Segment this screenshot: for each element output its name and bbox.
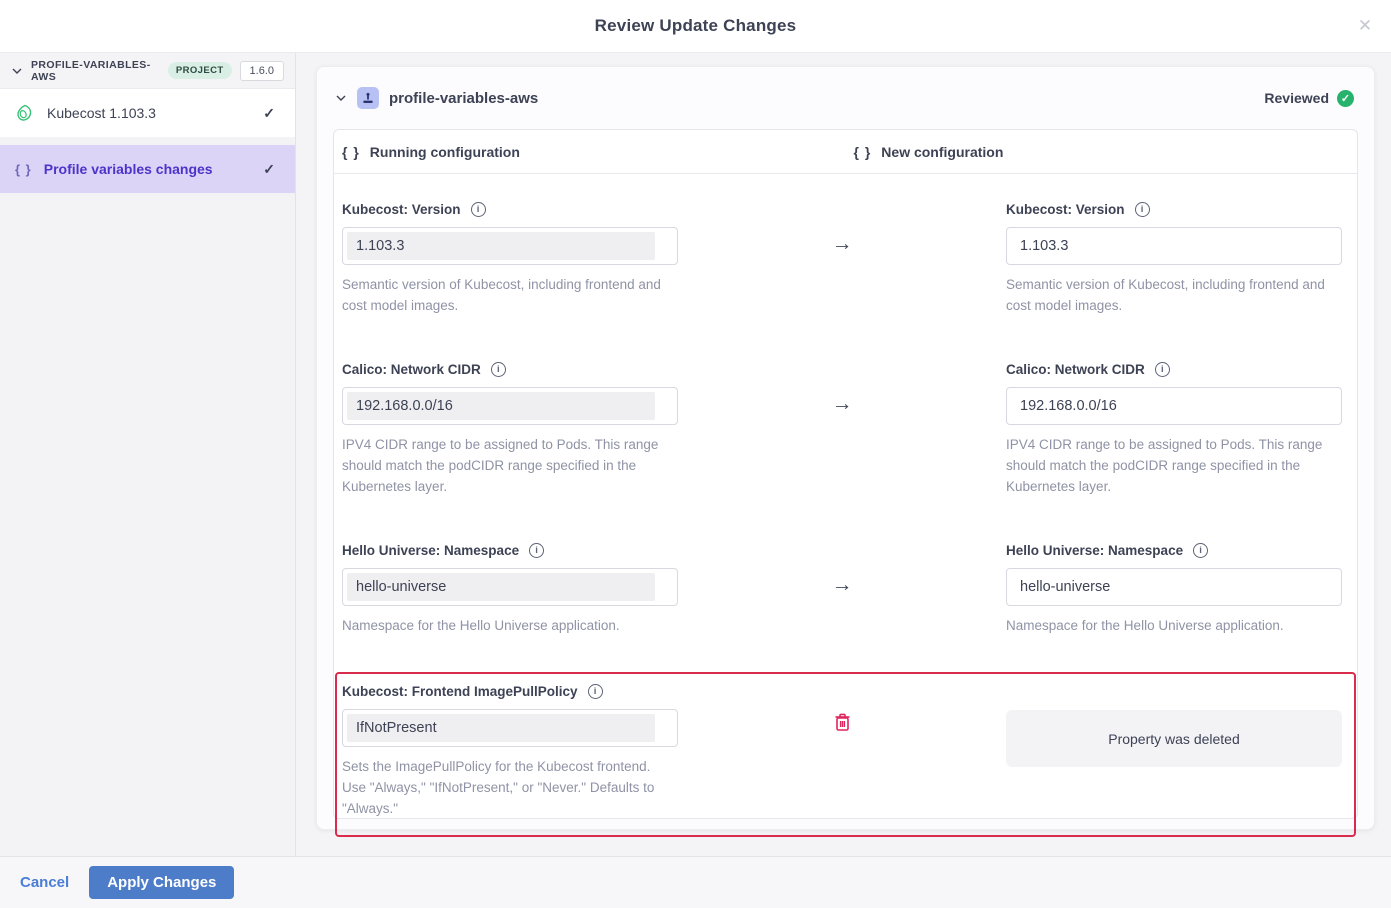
field-row-imagepullpolicy-deleted: Kubecost: Frontend ImagePullPolicy i IfN… bbox=[335, 672, 1356, 837]
sidebar-profile-header[interactable]: PROFILE-VARIABLES-AWS PROJECT 1.6.0 bbox=[0, 53, 295, 89]
project-badge: PROJECT bbox=[168, 62, 232, 79]
property-deleted-box: Property was deleted bbox=[1006, 710, 1342, 767]
info-icon[interactable]: i bbox=[1193, 543, 1208, 558]
field-row-calico-cidr: Calico: Network CIDR i 192.168.0.0/16 IP… bbox=[334, 360, 1357, 497]
running-column: Calico: Network CIDR i 192.168.0.0/16 IP… bbox=[342, 360, 678, 497]
running-value-input[interactable]: hello-universe bbox=[342, 568, 678, 606]
info-icon[interactable]: i bbox=[491, 362, 506, 377]
running-config-header: { } Running configuration bbox=[334, 144, 846, 160]
field-label: Hello Universe: Namespace bbox=[342, 543, 519, 558]
check-icon: ✓ bbox=[263, 161, 275, 178]
field-description: Namespace for the Hello Universe applica… bbox=[342, 615, 678, 636]
info-icon[interactable]: i bbox=[1135, 202, 1150, 217]
sidebar-empty-area bbox=[0, 193, 295, 856]
panel-title: profile-variables-aws bbox=[389, 90, 538, 107]
running-config-label: Running configuration bbox=[370, 144, 520, 160]
field-label: Hello Universe: Namespace bbox=[1006, 543, 1183, 558]
info-icon[interactable]: i bbox=[529, 543, 544, 558]
dialog-header: Review Update Changes ✕ bbox=[0, 0, 1391, 53]
arrow-right-icon: → bbox=[832, 573, 853, 597]
new-value-input[interactable]: hello-universe bbox=[1006, 568, 1342, 606]
config-columns-header: { } Running configuration { } New config… bbox=[334, 130, 1357, 174]
arrow-right-icon: → bbox=[832, 232, 853, 256]
arrow-right-icon: → bbox=[832, 392, 853, 416]
sidebar-item-label: Kubecost 1.103.3 bbox=[47, 105, 156, 121]
close-icon[interactable]: ✕ bbox=[1354, 15, 1376, 37]
running-value: IfNotPresent bbox=[347, 714, 655, 742]
chevron-down-icon bbox=[11, 65, 23, 77]
check-icon: ✓ bbox=[263, 105, 275, 122]
sidebar-divider bbox=[0, 137, 295, 145]
dialog-title: Review Update Changes bbox=[595, 16, 797, 36]
profile-card-header[interactable]: profile-variables-aws Reviewed ✓ bbox=[317, 67, 1374, 129]
field-row-kubecost-version: Kubecost: Version i 1.103.3 Semantic ver… bbox=[334, 200, 1357, 316]
field-label: Kubecost: Frontend ImagePullPolicy bbox=[342, 684, 578, 699]
running-value: hello-universe bbox=[347, 573, 655, 601]
new-value: hello-universe bbox=[1020, 579, 1110, 595]
new-column: Hello Universe: Namespace i hello-univer… bbox=[1006, 541, 1342, 636]
running-column: Kubecost: Version i 1.103.3 Semantic ver… bbox=[342, 200, 678, 316]
sidebar-item-label: Profile variables changes bbox=[44, 161, 213, 177]
info-icon[interactable]: i bbox=[1155, 362, 1170, 377]
status-badge: Reviewed ✓ bbox=[1264, 90, 1354, 107]
running-column: Hello Universe: Namespace i hello-univer… bbox=[342, 541, 678, 636]
running-value-input[interactable]: 192.168.0.0/16 bbox=[342, 387, 678, 425]
braces-icon: { } bbox=[15, 162, 32, 177]
braces-icon: { } bbox=[854, 144, 872, 160]
field-label: Calico: Network CIDR bbox=[342, 362, 481, 377]
new-value: 192.168.0.0/16 bbox=[1020, 398, 1117, 414]
new-config-header: { } New configuration bbox=[846, 144, 1358, 160]
field-description: Sets the ImagePullPolicy for the Kubecos… bbox=[342, 756, 678, 819]
new-value-input[interactable]: 192.168.0.0/16 bbox=[1006, 387, 1342, 425]
reviewed-check-icon: ✓ bbox=[1337, 90, 1354, 107]
field-description: IPV4 CIDR range to be assigned to Pods. … bbox=[342, 434, 678, 497]
new-column: Calico: Network CIDR i 192.168.0.0/16 IP… bbox=[1006, 360, 1342, 497]
profile-icon bbox=[357, 87, 379, 109]
sidebar-item-profile-variables[interactable]: { } Profile variables changes ✓ bbox=[0, 145, 295, 193]
cancel-button[interactable]: Cancel bbox=[20, 874, 69, 891]
running-value: 1.103.3 bbox=[347, 232, 655, 260]
main-content: profile-variables-aws Reviewed ✓ { } Run… bbox=[296, 53, 1391, 856]
dialog-footer: Cancel Apply Changes bbox=[0, 856, 1391, 908]
new-value-input[interactable]: 1.103.3 bbox=[1006, 227, 1342, 265]
running-value-input[interactable]: IfNotPresent bbox=[342, 709, 678, 747]
running-column: Kubecost: Frontend ImagePullPolicy i IfN… bbox=[342, 682, 678, 819]
review-dialog: Review Update Changes ✕ PROFILE-VARIABLE… bbox=[0, 0, 1391, 908]
trash-icon[interactable] bbox=[833, 712, 852, 732]
new-column: Property was deleted bbox=[1006, 682, 1342, 819]
kubecost-icon bbox=[15, 103, 35, 123]
version-badge: 1.6.0 bbox=[240, 61, 284, 81]
field-description: Semantic version of Kubecost, including … bbox=[342, 274, 678, 316]
sidebar-item-kubecost[interactable]: Kubecost 1.103.3 ✓ bbox=[0, 89, 295, 137]
new-column: Kubecost: Version i 1.103.3 Semantic ver… bbox=[1006, 200, 1342, 316]
info-icon[interactable]: i bbox=[471, 202, 486, 217]
profile-card: profile-variables-aws Reviewed ✓ { } Run… bbox=[316, 66, 1375, 830]
running-value-input[interactable]: 1.103.3 bbox=[342, 227, 678, 265]
field-description: IPV4 CIDR range to be assigned to Pods. … bbox=[1006, 434, 1342, 497]
new-value: 1.103.3 bbox=[1020, 238, 1068, 254]
field-rows: Kubecost: Version i 1.103.3 Semantic ver… bbox=[334, 174, 1357, 837]
sidebar: PROFILE-VARIABLES-AWS PROJECT 1.6.0 Kube… bbox=[0, 53, 296, 856]
field-label: Calico: Network CIDR bbox=[1006, 362, 1145, 377]
field-row-hello-universe-namespace: Hello Universe: Namespace i hello-univer… bbox=[334, 541, 1357, 636]
info-icon[interactable]: i bbox=[588, 684, 603, 699]
running-value: 192.168.0.0/16 bbox=[347, 392, 655, 420]
profile-name: PROFILE-VARIABLES-AWS bbox=[31, 59, 160, 83]
chevron-down-icon bbox=[335, 92, 347, 104]
field-description: Namespace for the Hello Universe applica… bbox=[1006, 615, 1342, 636]
new-config-label: New configuration bbox=[881, 144, 1003, 160]
braces-icon: { } bbox=[342, 144, 360, 160]
field-description: Semantic version of Kubecost, including … bbox=[1006, 274, 1342, 316]
field-label: Kubecost: Version bbox=[1006, 202, 1125, 217]
config-diff-card: { } Running configuration { } New config… bbox=[333, 129, 1358, 819]
reviewed-label: Reviewed bbox=[1264, 90, 1329, 106]
field-label: Kubecost: Version bbox=[342, 202, 461, 217]
apply-changes-button[interactable]: Apply Changes bbox=[89, 866, 234, 899]
